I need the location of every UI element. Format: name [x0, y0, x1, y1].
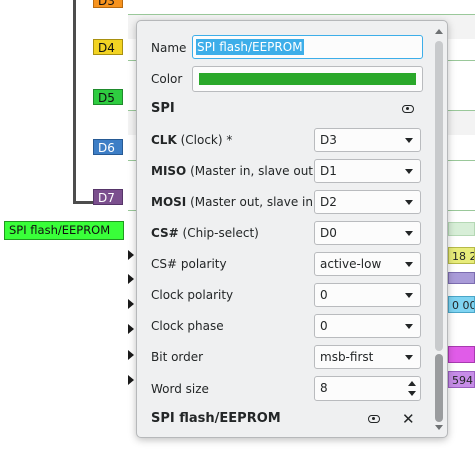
channel-label: D3: [98, 0, 115, 8]
mosi-select[interactable]: D2: [314, 190, 421, 214]
section-title-spi: SPI: [151, 101, 175, 116]
field-label-bit-order: Bit order: [151, 350, 204, 364]
annotation-chip: 594,: [448, 371, 475, 388]
row-expand-icon[interactable]: [128, 375, 134, 385]
color-label: Color: [151, 72, 183, 86]
row-expand-icon[interactable]: [128, 299, 134, 309]
row-expand-icon[interactable]: [128, 350, 134, 360]
field-label-clock-polarity: Clock polarity: [151, 288, 234, 302]
eye-icon[interactable]: [402, 105, 414, 113]
field-label-rest: (Master in, slave out): [186, 164, 318, 178]
miso-select[interactable]: D1: [314, 159, 421, 183]
cs-select[interactable]: D0: [314, 221, 421, 245]
clock-polarity-select[interactable]: 0: [314, 283, 421, 307]
field-label-mosi: MOSI (Master out, slave in): [151, 194, 318, 210]
channel-tag-d5[interactable]: D5: [93, 89, 123, 105]
row-expand-icon[interactable]: [128, 274, 134, 284]
spin-down-icon[interactable]: [408, 391, 416, 396]
row-expand-icon[interactable]: [128, 250, 134, 260]
field-label-rest: (Chip-select): [178, 226, 259, 240]
chevron-down-icon: [405, 138, 413, 143]
scrollbar[interactable]: [433, 28, 445, 432]
chevron-down-icon: [405, 324, 413, 329]
field-label-word-size: Word size: [151, 382, 209, 396]
channel-label: D4: [98, 41, 115, 55]
chevron-down-icon: [405, 231, 413, 236]
scrollbar-thumb[interactable]: [435, 354, 443, 422]
channel-tag-d3[interactable]: D3: [93, 0, 123, 8]
select-value: D2: [320, 195, 337, 209]
decoder-tag-label: SPI flash/EEPROM: [9, 223, 111, 237]
scroll-up-icon[interactable]: [435, 29, 443, 34]
word-size-spinbox[interactable]: 8: [314, 376, 421, 401]
select-value: msb-first: [320, 350, 374, 364]
annotation-text: 18 2: [452, 250, 475, 263]
scroll-down-icon[interactable]: [435, 425, 443, 430]
name-label: Name: [151, 41, 187, 55]
field-label-bold: MOSI: [151, 195, 187, 209]
field-label-clock-phase: Clock phase: [151, 319, 224, 333]
spinbox-value: 8: [320, 381, 328, 395]
clock-phase-select[interactable]: 0: [314, 314, 421, 338]
spin-up-icon[interactable]: [408, 381, 416, 386]
annotation-chip: 18 2: [448, 247, 475, 264]
decoder-properties-popup: Name SPI flash/EEPROM Color SPI CLK (Clo…: [136, 20, 448, 438]
chevron-down-icon: [405, 293, 413, 298]
select-value: 0: [320, 288, 328, 302]
annotation-chip: [448, 346, 475, 363]
channel-tag-d6[interactable]: D6: [93, 139, 123, 155]
name-input[interactable]: SPI flash/EEPROM: [192, 35, 423, 59]
channel-tag-d4[interactable]: D4: [93, 39, 123, 55]
channel-group-bracket-foot: [73, 201, 93, 204]
section-title-decoder: SPI flash/EEPROM: [151, 411, 281, 426]
channel-label: D5: [98, 91, 115, 105]
channel-label: D7: [98, 191, 115, 205]
field-label-cs: CS# (Chip-select): [151, 225, 259, 241]
color-button[interactable]: [192, 66, 423, 92]
field-label-clk: CLK (Clock) *: [151, 132, 232, 148]
chevron-down-icon: [405, 262, 413, 267]
scrollbar-track: [435, 41, 443, 351]
color-swatch: [199, 73, 416, 85]
annotation-chip: [448, 272, 475, 284]
channel-group-bracket: [73, 0, 76, 204]
channel-tag-d7[interactable]: D7: [93, 189, 123, 205]
field-label-rest: (Clock) *: [176, 133, 233, 147]
channel-label: D6: [98, 141, 115, 155]
select-value: D3: [320, 133, 337, 147]
bit-order-select[interactable]: msb-first: [314, 345, 421, 369]
close-icon[interactable]: ✕: [402, 410, 415, 428]
field-label-miso: MISO (Master in, slave out): [151, 163, 318, 179]
select-value: 0: [320, 319, 328, 333]
annotation-text: 0 00: [452, 299, 475, 312]
name-input-selected-text: SPI flash/EEPROM: [196, 39, 304, 55]
annotation-text: 594,: [452, 374, 475, 387]
chevron-down-icon: [405, 355, 413, 360]
annotation-chip: 0 00: [448, 296, 475, 313]
chevron-down-icon: [405, 169, 413, 174]
field-label-bold: CLK: [151, 133, 177, 147]
decoder-tag[interactable]: SPI flash/EEPROM: [4, 221, 124, 240]
select-value: D1: [320, 164, 337, 178]
clk-select[interactable]: D3: [314, 128, 421, 152]
field-label-bold: CS#: [151, 226, 179, 240]
field-label-rest: (Master out, slave in): [186, 195, 318, 209]
annotation-chip: [448, 222, 475, 236]
select-value: D0: [320, 226, 337, 240]
row-expand-icon[interactable]: [128, 324, 134, 334]
field-label-cs-polarity: CS# polarity: [151, 257, 227, 271]
field-label-bold: MISO: [151, 164, 187, 178]
chevron-down-icon: [405, 200, 413, 205]
cs-polarity-select[interactable]: active-low: [314, 252, 421, 276]
eye-icon[interactable]: [368, 415, 380, 423]
select-value: active-low: [320, 257, 382, 271]
